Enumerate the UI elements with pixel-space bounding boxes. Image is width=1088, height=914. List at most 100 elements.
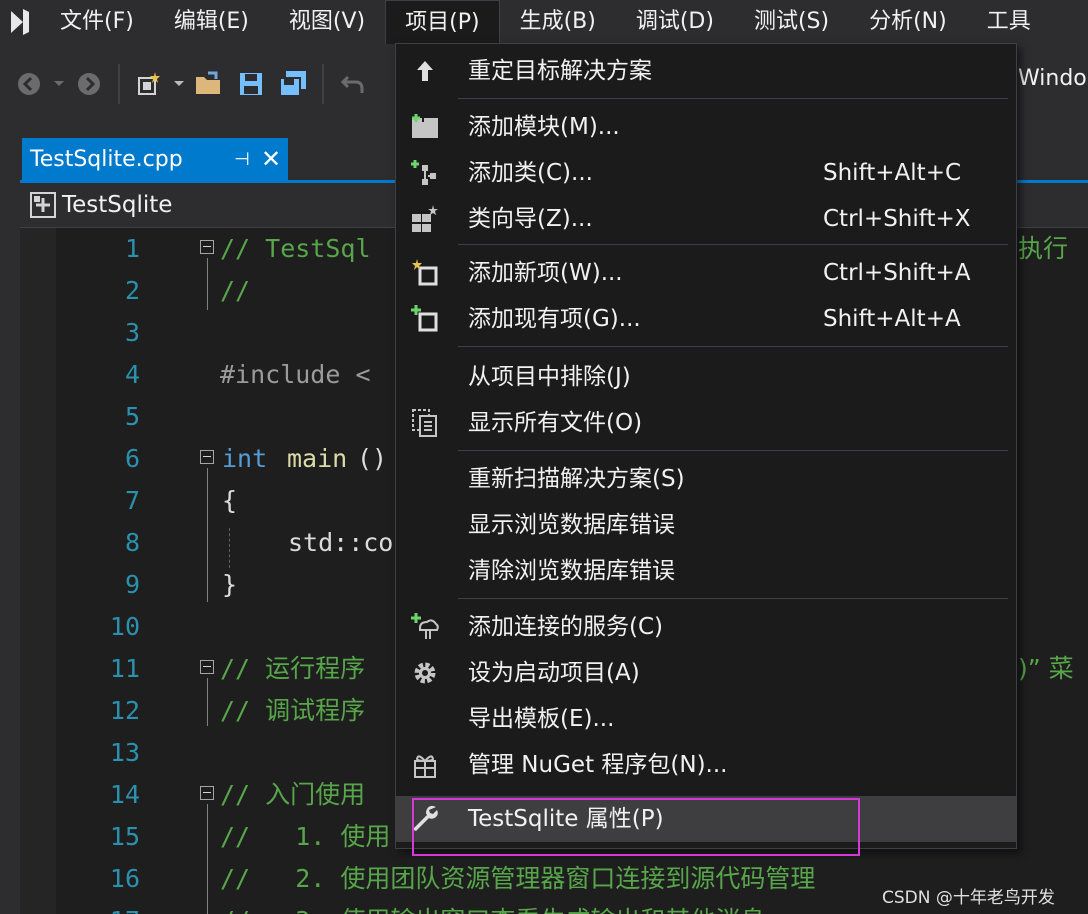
code-text: // 调试程序 <box>220 696 366 725</box>
menu-separator <box>458 346 1008 347</box>
csdn-watermark: CSDN @十年老鸟开发 <box>882 888 1055 908</box>
fold-guide <box>207 258 208 310</box>
connected-service-icon <box>410 612 440 642</box>
new-dropdown-icon[interactable] <box>172 69 186 99</box>
open-folder-icon[interactable] <box>194 69 224 99</box>
menu-debug[interactable]: 调试(D) <box>616 0 734 44</box>
menu-item-label: 添加模块(M)... <box>468 114 620 140</box>
fold-toggle-icon[interactable] <box>200 660 214 674</box>
menu-item-clear-browse-db-errors[interactable]: 清除浏览数据库错误 <box>396 548 1016 594</box>
visual-studio-logo-icon <box>0 0 40 44</box>
gear-icon <box>410 658 440 688</box>
menu-item-manage-nuget[interactable]: 管理 NuGet 程序包(N)... <box>396 742 1016 788</box>
line-number: 8 <box>124 528 140 557</box>
menu-item-show-all-files[interactable]: 显示所有文件(O) <box>396 400 1016 446</box>
menu-item-show-browse-db-errors[interactable]: 显示浏览数据库错误 <box>396 502 1016 548</box>
menu-item-label: 导出模板(E)... <box>468 706 615 732</box>
menu-bar: 文件(F) 编辑(E) 视图(V) 项目(P) 生成(B) 调试(D) 测试(S… <box>0 0 1088 44</box>
code-function-name: main <box>287 444 348 473</box>
menu-item-add-module[interactable]: 添加模块(M)... <box>396 104 1016 150</box>
pin-icon[interactable]: ⊣ <box>230 149 254 170</box>
annotation-highlight-box <box>412 798 860 856</box>
menu-analyze[interactable]: 分析(N) <box>849 0 967 44</box>
tab-testsqlite-cpp[interactable]: TestSqlite.cpp ⊣ ✕ <box>22 138 288 180</box>
indent-guide <box>229 528 230 568</box>
back-dropdown-icon[interactable] <box>52 69 66 99</box>
menu-item-class-wizard[interactable]: 类向导(Z)... Ctrl+Shift+X <box>396 196 1016 242</box>
code-text: // 1. 使用 <box>220 822 391 851</box>
menu-item-export-template[interactable]: 导出模板(E)... <box>396 696 1016 742</box>
back-icon[interactable] <box>14 69 44 99</box>
forward-icon[interactable] <box>74 69 104 99</box>
toolbar-platform-text[interactable]: Windo <box>1018 66 1087 91</box>
code-text: // 运行程序 <box>220 654 366 683</box>
menu-project[interactable]: 项目(P) <box>385 0 500 44</box>
menu-item-label: 添加类(C)... <box>468 160 593 186</box>
line-number: 3 <box>124 318 140 347</box>
code-text-fragment: )” 菜 <box>1018 654 1074 683</box>
menu-item-label: 显示浏览数据库错误 <box>468 512 675 538</box>
fold-toggle-icon[interactable] <box>200 450 214 464</box>
menu-item-label: 添加连接的服务(C) <box>468 614 664 640</box>
close-icon[interactable]: ✕ <box>254 145 288 173</box>
line-number: 12 <box>109 696 140 725</box>
fold-toggle-icon[interactable] <box>200 240 214 254</box>
nuget-package-icon <box>410 750 440 780</box>
menu-item-shortcut: Ctrl+Shift+X <box>823 206 971 232</box>
menu-edit[interactable]: 编辑(E) <box>154 0 269 44</box>
menu-separator <box>458 98 1008 99</box>
scope-dropdown-text: TestSqlite <box>62 192 173 218</box>
menu-item-retarget-solution[interactable]: 重定目标解决方案 <box>396 48 1016 94</box>
menu-test[interactable]: 测试(S) <box>734 0 849 44</box>
menu-view[interactable]: 视图(V) <box>269 0 385 44</box>
menu-item-add-existing-item[interactable]: 添加现有项(G)... Shift+Alt+A <box>396 296 1016 342</box>
menu-item-add-class[interactable]: 添加类(C)... Shift+Alt+C <box>396 150 1016 196</box>
arrow-up-icon <box>410 56 440 86</box>
code-text: { <box>222 486 238 515</box>
project-scope-icon <box>30 192 56 218</box>
code-text: // <box>220 276 251 305</box>
menu-item-label: 设为启动项目(A) <box>468 660 640 686</box>
code-keyword: int <box>222 444 268 473</box>
menu-item-add-connected-service[interactable]: 添加连接的服务(C) <box>396 604 1016 650</box>
menu-item-label: 重定目标解决方案 <box>468 58 652 84</box>
line-number: 13 <box>109 738 140 767</box>
toolbar-separator <box>118 64 120 104</box>
menu-item-label: 显示所有文件(O) <box>468 410 643 436</box>
menu-item-rescan-solution[interactable]: 重新扫描解决方案(S) <box>396 456 1016 502</box>
show-all-files-icon <box>410 408 440 438</box>
line-number: 9 <box>124 570 140 599</box>
project-menu-dropdown: 重定目标解决方案 添加模块(M)... 添加类(C)... Shift+Alt+… <box>395 43 1017 849</box>
menu-item-label: 清除浏览数据库错误 <box>468 558 675 584</box>
menu-item-exclude-from-project[interactable]: 从项目中排除(J) <box>396 354 1016 400</box>
save-icon[interactable] <box>236 69 266 99</box>
line-number: 5 <box>124 402 140 431</box>
code-text: // 2. 使用团队资源管理器窗口连接到源代码管理 <box>220 864 816 893</box>
undo-icon[interactable] <box>338 69 368 99</box>
code-text: std::co <box>288 528 394 557</box>
menu-item-add-new-item[interactable]: 添加新项(W)... Ctrl+Shift+A <box>396 250 1016 296</box>
line-number: 1 <box>124 234 140 263</box>
add-new-item-icon <box>410 258 440 288</box>
add-module-icon <box>410 112 440 142</box>
save-all-icon[interactable] <box>278 69 308 99</box>
add-class-icon <box>410 158 440 188</box>
menu-tools[interactable]: 工具 <box>967 0 1051 44</box>
line-number: 11 <box>109 654 140 683</box>
new-project-icon[interactable] <box>134 69 164 99</box>
menu-item-label: 添加新项(W)... <box>468 260 623 286</box>
menu-item-label: 从项目中排除(J) <box>468 364 631 390</box>
menu-item-label: 管理 NuGet 程序包(N)... <box>468 752 728 778</box>
menu-item-set-as-startup[interactable]: 设为启动项目(A) <box>396 650 1016 696</box>
line-number: 16 <box>109 864 140 893</box>
fold-toggle-icon[interactable] <box>200 786 214 800</box>
menu-build[interactable]: 生成(B) <box>500 0 616 44</box>
line-number: 15 <box>109 822 140 851</box>
menu-item-shortcut: Shift+Alt+A <box>823 306 961 332</box>
line-number: 14 <box>109 780 140 809</box>
code-text: // 入门使用 <box>220 780 366 809</box>
code-text-fragment: 执行 <box>1018 234 1069 263</box>
menu-file[interactable]: 文件(F) <box>40 0 154 44</box>
menu-item-shortcut: Shift+Alt+C <box>823 160 962 186</box>
line-number: 2 <box>124 276 140 305</box>
